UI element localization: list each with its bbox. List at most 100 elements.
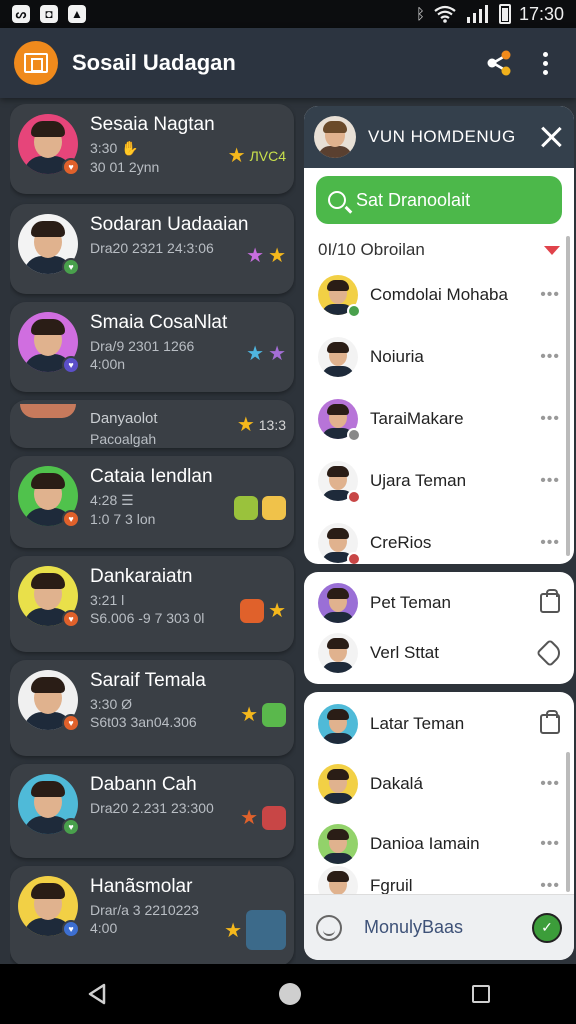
more-icon[interactable]: •••	[540, 410, 560, 428]
contact-name: Fgruil	[370, 876, 413, 895]
contact-row[interactable]: Latar Teman	[304, 694, 574, 754]
scrollbar[interactable]	[566, 236, 570, 556]
avatar: ♥	[18, 876, 80, 938]
more-icon[interactable]: •••	[540, 534, 560, 552]
chat-decoration: ★	[240, 805, 286, 830]
bag-icon[interactable]	[540, 710, 560, 734]
status-badge: ♥	[62, 356, 80, 374]
avatar	[318, 523, 361, 564]
signal-icon	[466, 5, 488, 23]
chat-tag: 13:3	[258, 416, 286, 433]
chat-item[interactable]: ♥ Sesaia Nagtan 3:30 ✋ 30 01 2ynn ★ ЛVC4	[10, 104, 294, 194]
contact-name: Danioa Iamain	[370, 834, 480, 853]
chat-name: Dankaraiatn	[90, 566, 193, 587]
chat-name: Hanãsmolar	[90, 876, 193, 897]
send-button[interactable]: ✓	[532, 912, 562, 943]
status-badge	[347, 490, 361, 504]
status-badge: ♥	[62, 510, 80, 528]
contact-row[interactable]: Danioa Iamain •••	[304, 814, 574, 874]
more-icon[interactable]: •••	[540, 348, 560, 366]
avatar	[318, 583, 358, 623]
status-badge: ♥	[62, 158, 80, 176]
contact-name: Comdolai Mohaba	[370, 285, 508, 304]
chat-item[interactable]: ♥ Saraif Temala 3:30 Ø S6t03 3an04.306 ★	[10, 660, 294, 756]
friends-panel: Latar Teman Dakalá ••• Danioa Iamain ••• Fgru…	[304, 692, 574, 960]
panel-footer: MonulyBaas ✓	[304, 894, 574, 960]
contact-name: Ujara Teman	[370, 471, 467, 490]
app-title: Sosail Uadagan	[72, 50, 236, 75]
chat-decoration	[234, 496, 286, 520]
chat-item[interactable]: ♥ Dankaraiatn 3:21 l S6.006 -9 7 303 0l ★	[10, 556, 294, 652]
avatar: ♥	[18, 466, 80, 528]
avatar	[318, 633, 358, 673]
contact-row[interactable]: CreRios •••	[304, 512, 574, 564]
avatar: ♥	[18, 214, 80, 276]
contact-row[interactable]: Comdolai Mohaba •••	[304, 264, 574, 326]
chat-decoration: ★ ЛVC4	[227, 145, 286, 167]
contact-row[interactable]: Dakalá •••	[304, 754, 574, 814]
status-badge: ♥	[62, 920, 80, 938]
battery-icon	[498, 4, 511, 24]
more-icon[interactable]: •••	[540, 286, 560, 304]
home-icon[interactable]	[278, 983, 301, 1005]
share-button[interactable]	[482, 46, 516, 80]
avatar	[318, 824, 358, 864]
chevron-down-icon	[544, 245, 560, 255]
chat-list: ♥ Sesaia Nagtan 3:30 ✋ 30 01 2ynn ★ ЛVC4 ♥ Soda…	[10, 104, 296, 964]
panel-title: VUN HOMDENUG	[368, 127, 516, 146]
contact-row[interactable]: Pet Teman	[304, 578, 574, 628]
chat-decoration: ★	[224, 910, 286, 950]
search-button[interactable]: Sat Dranoolait	[316, 176, 562, 224]
more-icon[interactable]: •••	[540, 877, 560, 895]
more-icon[interactable]: •••	[540, 775, 560, 793]
contact-name: Latar Teman	[370, 714, 465, 733]
contact-row[interactable]: Noiuria •••	[304, 326, 574, 388]
chat-item[interactable]: ♥ Sodaran Uadaaian Dra20 2321 24:3:06 ★ ★	[10, 204, 294, 294]
avatar	[318, 275, 361, 318]
avatar	[20, 404, 76, 418]
more-icon[interactable]: •••	[540, 835, 560, 853]
system-nav-bar	[0, 964, 576, 1024]
group-panel: Pet Teman Verl Sttat	[304, 572, 574, 684]
alert-icon: ▲	[68, 5, 86, 23]
tag-icon[interactable]	[535, 638, 565, 668]
chat-decoration: ★	[240, 598, 286, 623]
contact-name: TaraiMakare	[370, 409, 464, 428]
contact-row[interactable]: Verl Sttat	[304, 628, 574, 678]
contact-name: Dakalá	[370, 774, 423, 793]
contact-row[interactable]: TaraiMakare •••	[304, 388, 574, 450]
avatar	[318, 337, 358, 377]
close-icon[interactable]	[538, 124, 564, 150]
chat-item[interactable]: ♥ Cataia Iendlan 4:28 ☰ 1:0 7 3 lon	[10, 456, 294, 548]
search-button-label: Sat Dranoolait	[356, 189, 471, 210]
chat-name: Dabann Cah	[90, 774, 197, 795]
chat-item[interactable]: ♥ Smaia CosaNlat Dra/9 2301 1266 4:00n ★ ★	[10, 302, 294, 392]
chat-decoration: ★ ★	[246, 245, 286, 267]
chat-name: Sodaran Uadaaian	[90, 214, 249, 235]
status-badge: ♥	[62, 818, 80, 836]
clock: 17:30	[518, 3, 564, 24]
scrollbar[interactable]	[566, 752, 570, 892]
avatar: ♥	[18, 312, 80, 374]
chat-name: Smaia CosaNlat	[90, 312, 228, 333]
share-icon	[487, 50, 511, 76]
section-header-label: 0I/10 Obroilan	[318, 240, 425, 259]
avatar: ♥	[18, 774, 80, 836]
status-badge: ♥	[62, 258, 80, 276]
contact-name: CreRios	[370, 533, 432, 552]
wifi-icon	[434, 5, 456, 23]
contact-row[interactable]: Ujara Teman •••	[304, 450, 574, 512]
overflow-menu-button[interactable]	[528, 46, 562, 80]
bag-icon[interactable]	[540, 589, 560, 613]
section-header[interactable]: 0I/10 Obroilan	[304, 232, 574, 264]
message-icon: ◘	[40, 5, 58, 23]
more-icon[interactable]: •••	[540, 472, 560, 490]
back-icon[interactable]	[86, 982, 108, 1006]
chat-item[interactable]: ♥ Hanãsmolar Drar/a 3 2210223 4:00 ★	[10, 866, 294, 964]
status-badge	[347, 552, 361, 564]
emoji-icon[interactable]	[316, 914, 342, 941]
chat-item[interactable]: ♥ Dabann Cah Dra20 2.231 23:300 ★	[10, 764, 294, 858]
recents-icon[interactable]	[472, 985, 491, 1003]
footer-text: MonulyBaas	[364, 917, 464, 937]
contact-name: Pet Teman	[370, 593, 451, 612]
